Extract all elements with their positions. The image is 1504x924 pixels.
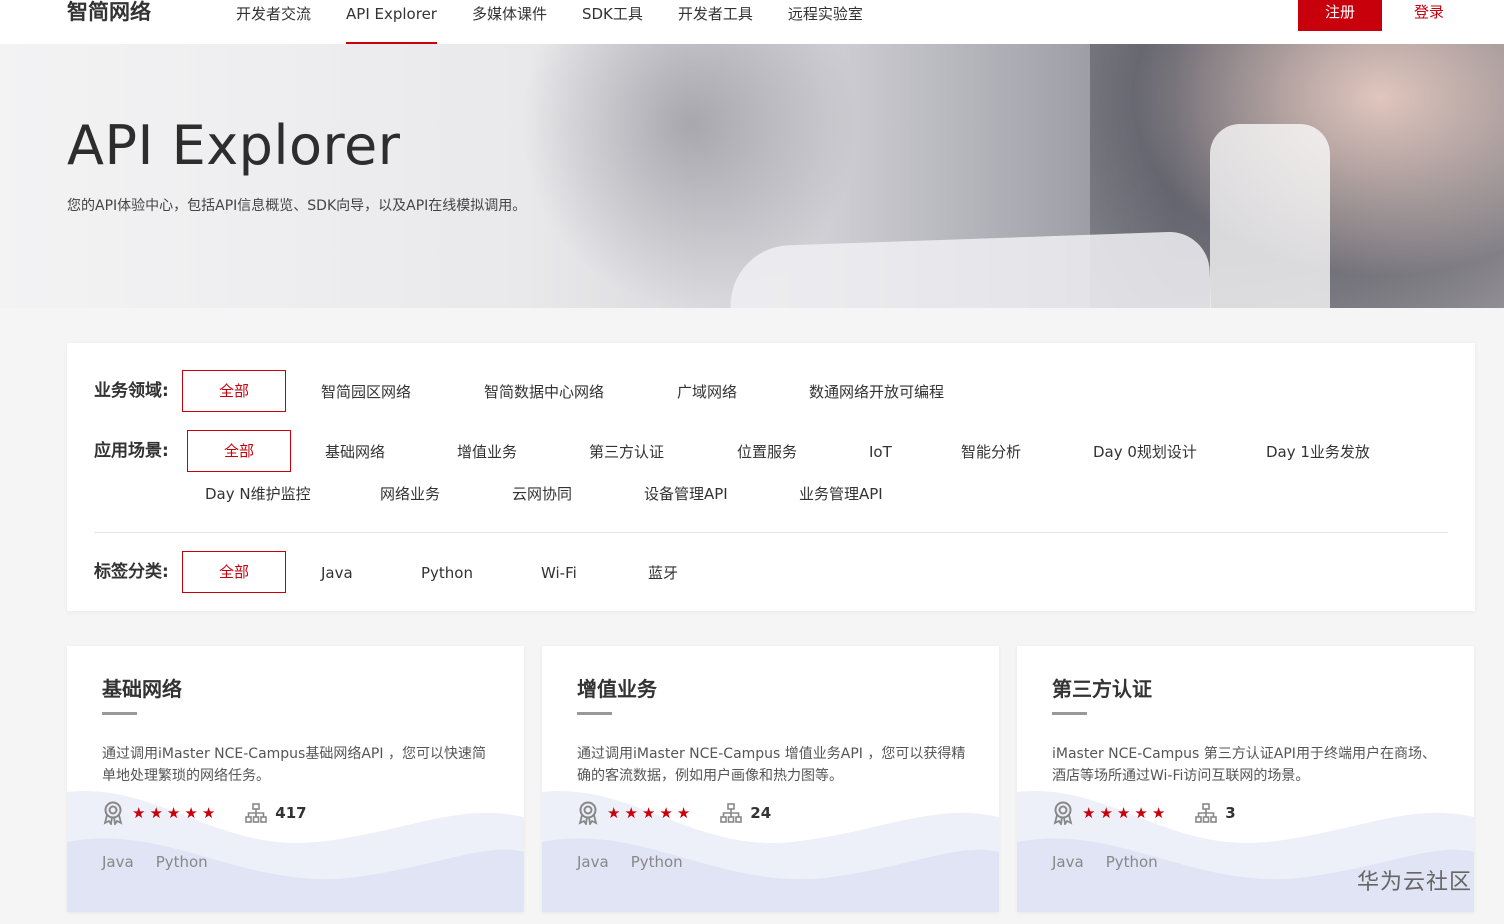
filter-tag-java[interactable]: Java [321, 562, 353, 584]
rating-stars: ★ ★ ★ ★ ★ [607, 803, 694, 823]
filter-scenario-device-api[interactable]: 设备管理API [644, 483, 728, 505]
api-tree-icon [1195, 803, 1218, 823]
star-icon: ★ [1116, 804, 1131, 822]
card-title: 增值业务 [577, 677, 657, 701]
banner-background-shirt [1210, 124, 1330, 308]
card-tag-java: Java [1052, 853, 1084, 871]
card-title-underline [1052, 712, 1087, 715]
api-count: 24 [750, 804, 772, 822]
filter-domain-all[interactable]: 全部 [182, 370, 286, 412]
star-icon: ★ [1151, 804, 1166, 822]
award-badge-icon [578, 801, 598, 825]
card-description: iMaster NCE-Campus 第三方认证API用于终端用户在商场、酒店等… [1052, 746, 1436, 784]
card-meta: ★ ★ ★ ★ ★ 24 [577, 801, 771, 825]
card-meta: ★ ★ ★ ★ ★ 3 [1052, 801, 1236, 825]
filter-tag-bluetooth[interactable]: 蓝牙 [648, 562, 678, 584]
filter-tag-python[interactable]: Python [421, 562, 473, 584]
watermark-text: 华为云社区 [1357, 870, 1473, 895]
nav-developer-tools[interactable]: 开发者工具 [678, 0, 753, 44]
filter-domain-datacenter[interactable]: 智简数据中心网络 [484, 381, 604, 403]
rating-stars: ★ ★ ★ ★ ★ [1082, 803, 1169, 823]
award-badge-icon [103, 801, 123, 825]
page-subtitle: 您的API体验中心，包括API信息概览、SDK向导，以及API在线模拟调用。 [67, 198, 527, 214]
card-tag-python: Python [1105, 853, 1158, 871]
filter-scenario-location[interactable]: 位置服务 [737, 441, 797, 463]
filter-divider [94, 532, 1448, 533]
card-title-underline [577, 712, 612, 715]
card-tag-python: Python [630, 853, 683, 871]
star-icon: ★ [201, 804, 216, 822]
api-card-value-added[interactable]: 增值业务 通过调用iMaster NCE-Campus 增值业务API ，您可以… [542, 646, 999, 912]
nav-sdk-tools[interactable]: SDK工具 [582, 0, 643, 44]
card-description: 通过调用iMaster NCE-Campus 增值业务API ，您可以获得精确的… [577, 746, 966, 784]
star-icon: ★ [132, 804, 146, 822]
star-icon: ★ [659, 804, 673, 822]
filter-scenario-basic-network[interactable]: 基础网络 [325, 441, 385, 463]
rating-stars: ★ ★ ★ ★ ★ [132, 803, 219, 823]
star-icon: ★ [149, 804, 163, 822]
star-icon: ★ [1099, 804, 1113, 822]
login-link[interactable]: 登录 [1414, 0, 1444, 24]
card-title: 第三方认证 [1052, 677, 1152, 701]
filter-domain-wan[interactable]: 广域网络 [677, 381, 737, 403]
filter-scenario-analytics[interactable]: 智能分析 [961, 441, 1021, 463]
site-logo[interactable]: 智简网络 [67, 0, 151, 24]
filter-domain-campus[interactable]: 智简园区网络 [321, 381, 411, 403]
star-icon: ★ [624, 804, 638, 822]
star-icon: ★ [607, 804, 621, 822]
filter-label-domain: 业务领域: [94, 381, 169, 401]
card-tags: Java Python [1052, 851, 1180, 873]
register-button[interactable]: 注册 [1298, 0, 1382, 31]
api-card-basic-network[interactable]: 基础网络 通过调用iMaster NCE-Campus基础网络API ，您可以快… [67, 646, 524, 912]
api-count: 417 [275, 804, 307, 822]
star-icon: ★ [166, 804, 181, 822]
filter-scenario-day0[interactable]: Day 0规划设计 [1093, 441, 1197, 463]
filter-scenario-value-added[interactable]: 增值业务 [457, 441, 517, 463]
filter-scenario-third-party-auth[interactable]: 第三方认证 [589, 441, 664, 463]
card-title: 基础网络 [102, 677, 182, 701]
filter-label-scenario: 应用场景: [94, 441, 169, 461]
filter-scenario-service-api[interactable]: 业务管理API [799, 483, 883, 505]
filter-scenario-day1[interactable]: Day 1业务发放 [1266, 441, 1370, 463]
filter-scenario-iot[interactable]: IoT [869, 441, 892, 463]
card-title-underline [102, 712, 137, 715]
filter-tag-all[interactable]: 全部 [182, 551, 286, 593]
filter-tag-wifi[interactable]: Wi-Fi [541, 562, 577, 584]
nav-remote-lab[interactable]: 远程实验室 [788, 0, 863, 44]
star-icon: ★ [676, 804, 691, 822]
award-badge-icon [1053, 801, 1073, 825]
card-meta: ★ ★ ★ ★ ★ 417 [102, 801, 307, 825]
star-icon: ★ [1134, 804, 1148, 822]
filter-scenario-cloud-network[interactable]: 云网协同 [512, 483, 572, 505]
card-tags: Java Python [102, 851, 230, 873]
filter-scenario-dayn[interactable]: Day N维护监控 [205, 483, 311, 505]
page-title: API Explorer [67, 114, 401, 177]
main-nav: 开发者交流 API Explorer 多媒体课件 SDK工具 开发者工具 远程实… [236, 0, 898, 44]
top-header: 智简网络 开发者交流 API Explorer 多媒体课件 SDK工具 开发者工… [0, 0, 1504, 44]
filter-scenario-all[interactable]: 全部 [187, 430, 291, 472]
card-tags: Java Python [577, 851, 705, 873]
star-icon: ★ [184, 804, 198, 822]
star-icon: ★ [1082, 804, 1096, 822]
api-tree-icon [245, 803, 268, 823]
hero-banner: API Explorer 您的API体验中心，包括API信息概览、SDK向导，以… [0, 44, 1504, 308]
filter-panel: 业务领域: 全部 智简园区网络 智简数据中心网络 广域网络 数通网络开放可编程 … [67, 343, 1475, 611]
star-icon: ★ [641, 804, 656, 822]
card-tag-java: Java [577, 853, 609, 871]
nav-api-explorer[interactable]: API Explorer [346, 0, 437, 44]
api-tree-icon [720, 803, 743, 823]
filter-label-tags: 标签分类: [94, 562, 169, 582]
filter-scenario-network-service[interactable]: 网络业务 [380, 483, 440, 505]
nav-developer-community[interactable]: 开发者交流 [236, 0, 311, 44]
nav-multimedia-courses[interactable]: 多媒体课件 [472, 0, 547, 44]
card-tag-java: Java [102, 853, 134, 871]
api-count: 3 [1225, 804, 1236, 822]
filter-domain-programmable[interactable]: 数通网络开放可编程 [809, 381, 944, 403]
card-tag-python: Python [155, 853, 208, 871]
card-description: 通过调用iMaster NCE-Campus基础网络API ，您可以快速简单地处… [102, 746, 486, 784]
